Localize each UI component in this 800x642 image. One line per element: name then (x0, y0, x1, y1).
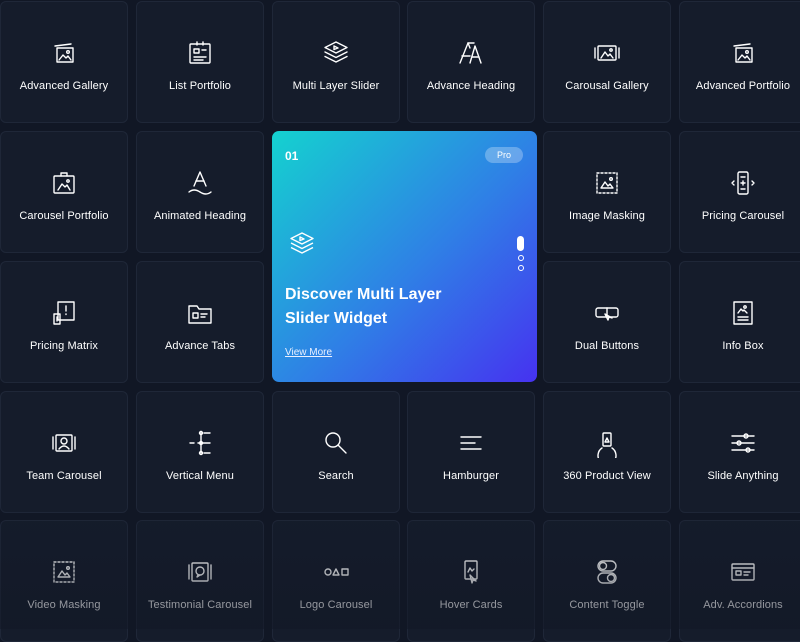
widget-tile[interactable]: Image Masking (543, 131, 671, 253)
widget-tile[interactable]: Content Toggle (543, 520, 671, 642)
widget-tile[interactable]: Vertical Menu (136, 391, 264, 513)
widget-label: Advanced Gallery (19, 80, 109, 92)
widget-label: Hover Cards (439, 599, 503, 611)
widget-tile[interactable]: Slide Anything (679, 391, 800, 513)
widget-tile[interactable]: Animated Heading (136, 131, 264, 253)
widget-label: Advance Tabs (164, 340, 236, 352)
widget-tile[interactable]: Advanced Portfolio (679, 1, 800, 123)
widget-label: Advance Heading (426, 80, 516, 92)
logo-carousel-icon (321, 557, 351, 587)
widget-label: Image Masking (569, 210, 645, 222)
heading-icon (456, 38, 486, 68)
image-masking-icon (592, 168, 622, 198)
widget-label: Carousel Portfolio (19, 210, 109, 222)
toggle-icon (592, 557, 622, 587)
featured-title: Discover Multi Layer Slider Widget (285, 286, 442, 327)
widget-tile[interactable]: Carousel Portfolio (0, 131, 128, 253)
list-portfolio-icon (185, 38, 215, 68)
widget-label: Adv. Accordions (703, 599, 783, 611)
vertical-menu-icon (185, 428, 215, 458)
widget-tile[interactable]: Dual Buttons (543, 261, 671, 383)
product-view-icon (592, 428, 622, 458)
widget-label: Multi Layer Slider (292, 80, 380, 92)
testimonial-icon (185, 557, 215, 587)
widget-tile[interactable]: Logo Carousel (272, 520, 400, 642)
carousel-gallery-icon (592, 38, 622, 68)
widget-label: Advanced Portfolio (695, 80, 791, 92)
hover-cards-icon (456, 557, 486, 587)
sliders-icon (728, 428, 758, 458)
featured-number: 01 (285, 149, 299, 163)
widget-label: Pricing Carousel (701, 210, 785, 222)
widget-label: Vertical Menu (166, 470, 234, 482)
widget-grid: 01 Pro Discover Multi Layer Slider Widge… (0, 0, 800, 642)
widget-tile[interactable]: Advanced Gallery (0, 1, 128, 123)
widget-label: 360 Product View (563, 470, 651, 482)
search-icon (321, 428, 351, 458)
widget-tile[interactable]: Pricing Matrix (0, 261, 128, 383)
widget-tile[interactable]: Multi Layer Slider (272, 1, 400, 123)
widget-label: Hamburger (443, 470, 499, 482)
widget-tile[interactable]: List Portfolio (136, 1, 264, 123)
widget-label: Animated Heading (153, 210, 247, 222)
info-box-icon (728, 298, 758, 328)
accordion-icon (728, 557, 758, 587)
widget-tile[interactable]: Pricing Carousel (679, 131, 800, 253)
slider-pagination (517, 236, 524, 271)
layers-icon (321, 38, 351, 68)
widget-tile[interactable]: Hamburger (407, 391, 535, 513)
pro-badge: Pro (484, 147, 523, 163)
widget-label: Video Masking (27, 599, 101, 611)
widget-label: Info Box (722, 340, 764, 352)
widget-label: Testimonial Carousel (147, 599, 253, 611)
slide-dot-2[interactable] (517, 255, 524, 261)
widget-label: Logo Carousel (299, 599, 373, 611)
animated-heading-icon (185, 168, 215, 198)
tabs-icon (185, 298, 215, 328)
video-masking-icon (49, 557, 79, 587)
hamburger-icon (456, 428, 486, 458)
gallery-icon (49, 38, 79, 68)
widget-label: Content Toggle (569, 599, 645, 611)
widget-tile[interactable]: Carousal Gallery (543, 1, 671, 123)
widget-label: Dual Buttons (574, 340, 640, 352)
widget-label: Team Carousel (26, 470, 102, 482)
widget-tile[interactable]: Advance Tabs (136, 261, 264, 383)
carousel-portfolio-icon (49, 168, 79, 198)
featured-widget-card[interactable]: 01 Pro Discover Multi Layer Slider Widge… (272, 131, 537, 382)
view-more-link[interactable]: View More (285, 347, 332, 358)
widget-label: Slide Anything (707, 470, 779, 482)
widget-tile[interactable]: Advance Heading (407, 1, 535, 123)
slide-dot-3[interactable] (517, 265, 524, 271)
widget-tile[interactable]: 360 Product View (543, 391, 671, 513)
widget-tile[interactable]: Info Box (679, 261, 800, 383)
widget-label: Search (318, 470, 354, 482)
slide-dot-1[interactable] (517, 236, 524, 251)
widget-label: Carousal Gallery (565, 80, 649, 92)
pricing-carousel-icon (728, 168, 758, 198)
pricing-matrix-icon (49, 298, 79, 328)
widget-label: Pricing Matrix (29, 340, 99, 352)
widget-tile[interactable]: Adv. Accordions (679, 520, 800, 642)
portfolio-icon (728, 38, 758, 68)
widget-tile[interactable]: Video Masking (0, 520, 128, 642)
widget-tile[interactable]: Search (272, 391, 400, 513)
team-carousel-icon (49, 428, 79, 458)
widget-label: List Portfolio (169, 80, 231, 92)
widget-tile[interactable]: Team Carousel (0, 391, 128, 513)
layers-icon (287, 229, 317, 259)
dual-buttons-icon (592, 298, 622, 328)
widget-tile[interactable]: Hover Cards (407, 520, 535, 642)
widget-tile[interactable]: Testimonial Carousel (136, 520, 264, 642)
